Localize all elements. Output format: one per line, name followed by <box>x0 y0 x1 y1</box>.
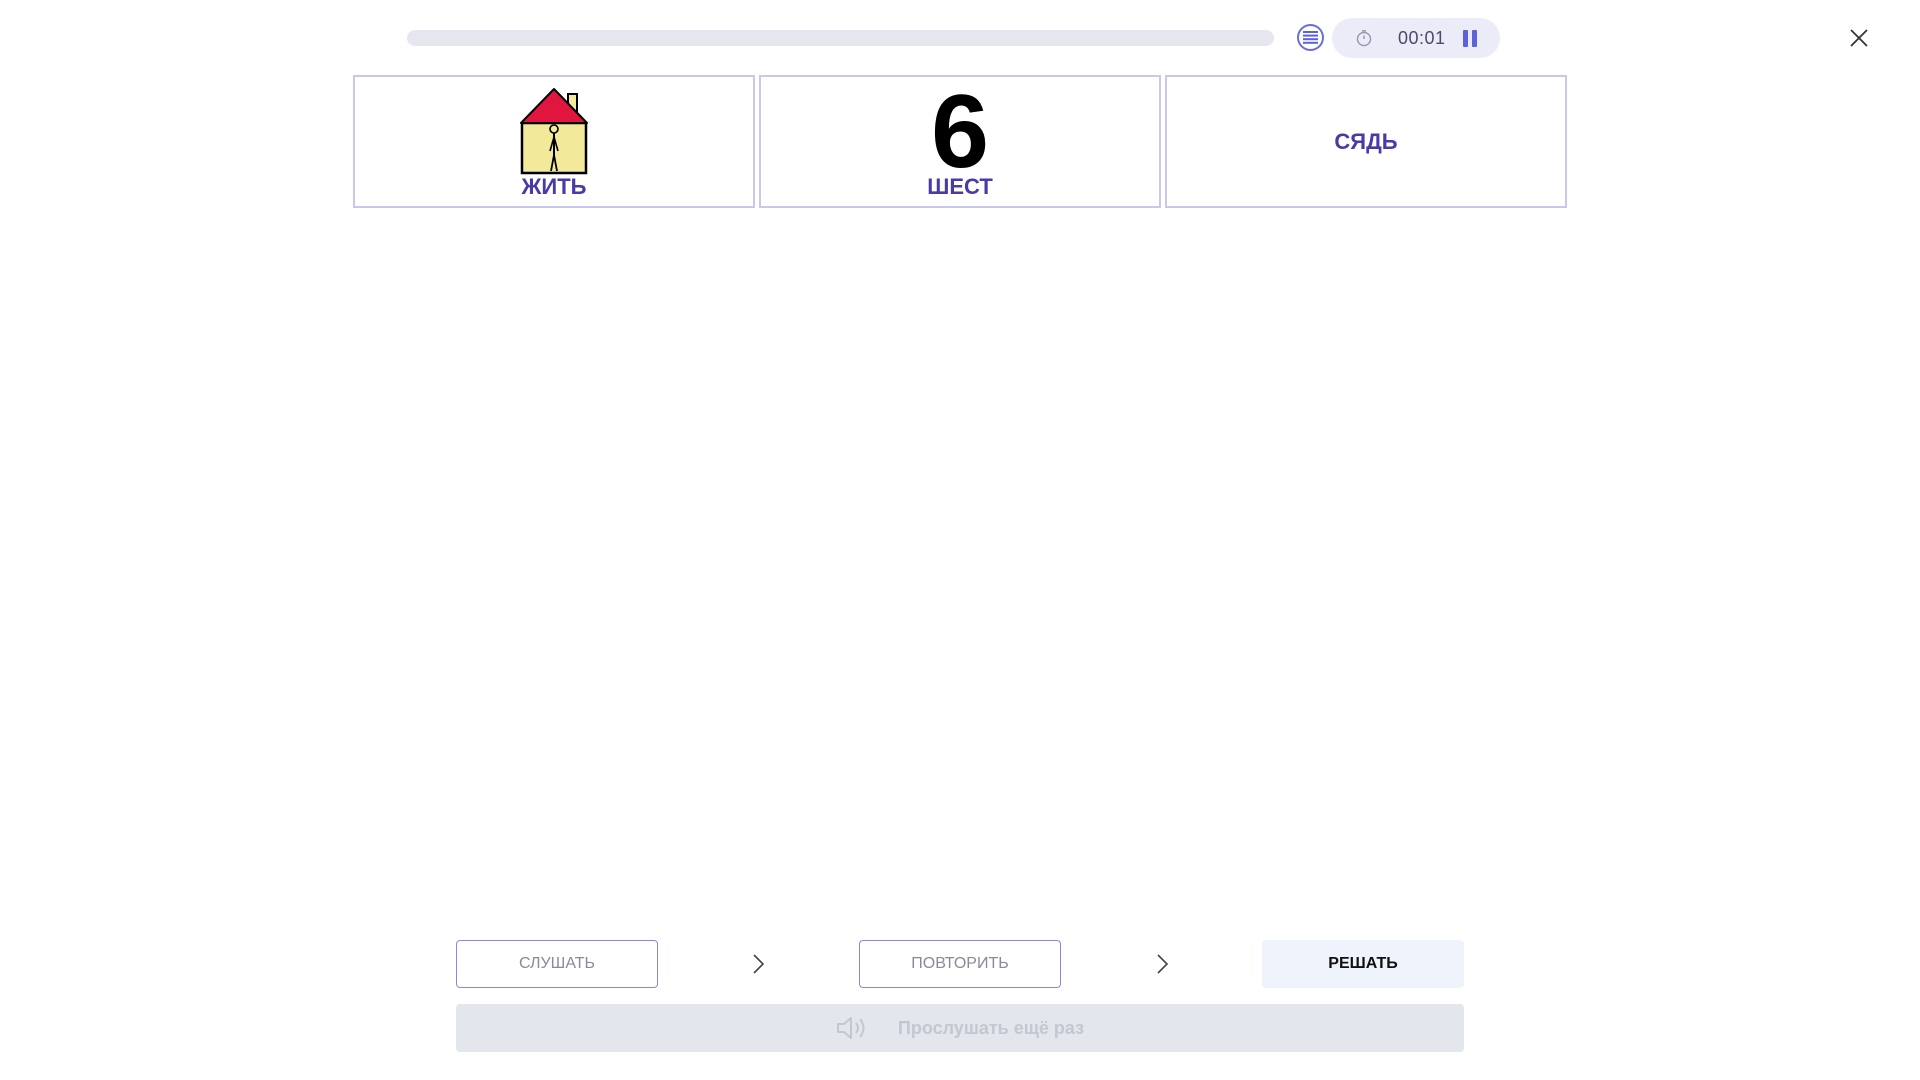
card-zhit[interactable]: ЖИТЬ <box>353 75 755 208</box>
replay-label: Прослушать ещё раз <box>897 1017 1085 1038</box>
speaker-icon <box>836 1017 865 1039</box>
close-icon <box>1850 29 1868 47</box>
chevron-right-icon <box>748 952 768 976</box>
stopwatch-icon <box>1354 28 1374 48</box>
pause-button[interactable] <box>1460 28 1480 48</box>
step-navigation: СЛУШАТЬ ПОВТОРИТЬ РЕШАТЬ <box>456 940 1464 988</box>
list-button[interactable] <box>1297 24 1324 51</box>
card-label: ШЕСТ <box>927 174 993 199</box>
card-label: ЖИТЬ <box>521 174 587 199</box>
house-with-person-icon <box>519 87 589 180</box>
card-syad[interactable]: СЯДЬ <box>1165 75 1567 208</box>
chevron-right-icon <box>1152 952 1172 976</box>
pause-icon <box>1463 29 1468 47</box>
timer-panel: 00:01 <box>1332 18 1500 58</box>
word-cards: ЖИТЬ 6 ШЕСТ СЯДЬ <box>353 75 1567 208</box>
card-number: 6 <box>931 74 989 190</box>
replay-button[interactable]: Прослушать ещё раз <box>456 1004 1464 1052</box>
listen-button[interactable]: СЛУШАТЬ <box>456 940 658 988</box>
list-icon <box>1303 31 1318 44</box>
card-label: СЯДЬ <box>1334 128 1398 154</box>
progress-bar <box>407 30 1274 46</box>
timer-value: 00:01 <box>1398 27 1446 48</box>
close-button[interactable] <box>1845 24 1873 52</box>
card-shest[interactable]: 6 ШЕСТ <box>759 75 1161 208</box>
repeat-button[interactable]: ПОВТОРИТЬ <box>859 940 1061 988</box>
solve-button[interactable]: РЕШАТЬ <box>1262 940 1464 988</box>
